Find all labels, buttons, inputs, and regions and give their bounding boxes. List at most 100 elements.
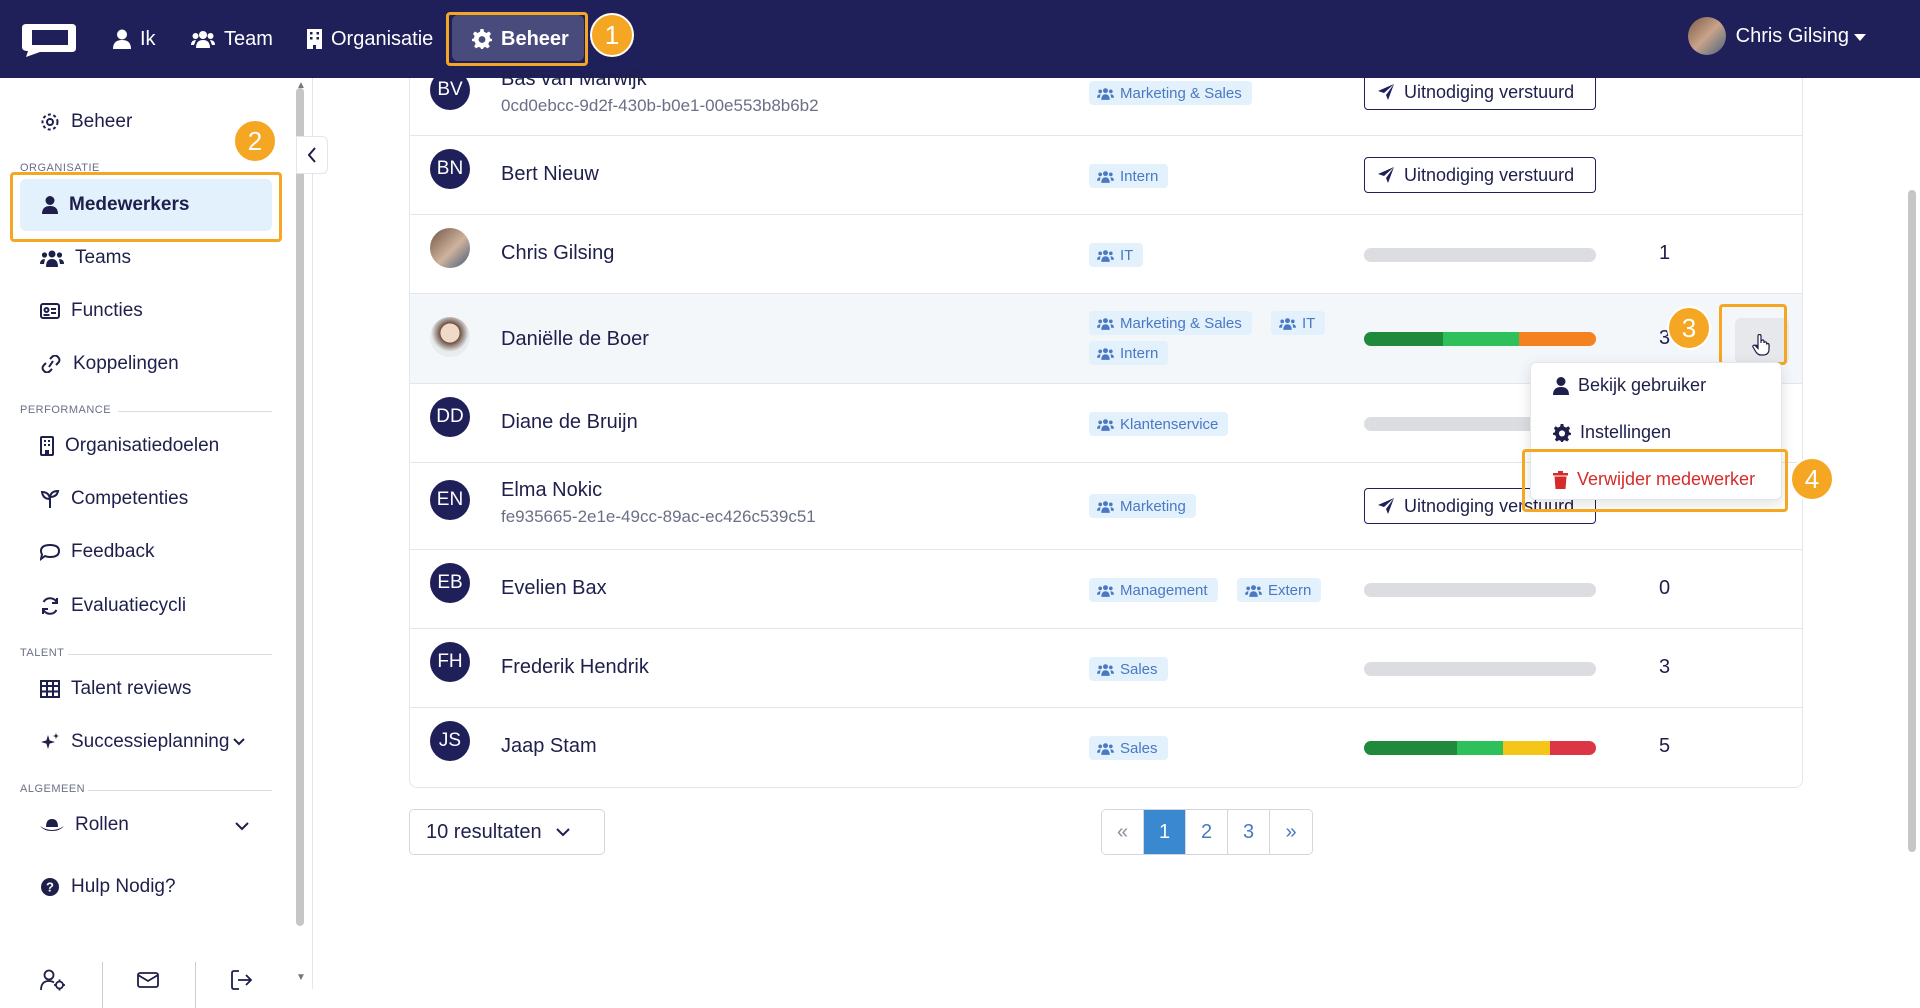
invitation-status: Uitnodiging verstuurd bbox=[1404, 81, 1575, 102]
invitation-sent-button[interactable]: Uitnodiging verstuurd bbox=[1364, 157, 1596, 193]
hat-icon bbox=[40, 819, 64, 831]
pagination-page-3[interactable]: 3 bbox=[1228, 810, 1270, 854]
sidebar-item-label: Koppelingen bbox=[73, 353, 179, 374]
team-tag-label: Sales bbox=[1120, 660, 1158, 678]
team-tag-label: Marketing & Sales bbox=[1120, 314, 1242, 332]
collapse-sidebar-button[interactable] bbox=[296, 136, 328, 174]
chevron-left-icon bbox=[307, 147, 316, 163]
table-row[interactable]: BN Bert Nieuw Intern Uitnodiging verstuu… bbox=[410, 136, 1802, 215]
sidebar-item-koppelingen[interactable]: Koppelingen bbox=[40, 353, 179, 375]
team-tag[interactable]: IT bbox=[1089, 243, 1144, 267]
score-value: 5 bbox=[1659, 735, 1671, 757]
team-tag[interactable]: Intern bbox=[1089, 164, 1169, 188]
avatar bbox=[430, 228, 470, 268]
results-per-page-select[interactable]: 10 resultaten bbox=[409, 809, 605, 855]
sidebar-item-hulp-nodig[interactable]: ? Hulp Nodig? bbox=[40, 876, 176, 898]
nav-ik[interactable]: Ik bbox=[113, 20, 156, 58]
progress-segment bbox=[1549, 741, 1596, 755]
logout-button[interactable] bbox=[195, 956, 289, 1004]
table-row[interactable]: BV Bas van Marwijk 0cd0ebcc-9d2f-430b-b0… bbox=[410, 68, 1802, 136]
messages-button[interactable] bbox=[101, 956, 195, 1004]
top-navbar: Ik Team Organisatie Beheer 1 Chris Gilsi… bbox=[0, 0, 1920, 78]
gear-icon bbox=[1553, 423, 1571, 442]
sidebar-item-label: Talent reviews bbox=[71, 678, 192, 699]
team-tag-label: Sales bbox=[1120, 739, 1158, 757]
account-settings-button[interactable] bbox=[6, 956, 100, 1004]
menu-item-settings[interactable]: Instellingen bbox=[1553, 422, 1671, 443]
sidebar-item-organisatiedoelen[interactable]: Organisatiedoelen bbox=[40, 435, 219, 457]
team-tag[interactable]: IT bbox=[1271, 311, 1326, 335]
team-tag[interactable]: Management bbox=[1089, 578, 1218, 602]
sidebar-item-feedback[interactable]: Feedback bbox=[40, 541, 154, 563]
chevron-down-icon[interactable] bbox=[235, 822, 249, 831]
sidebar-item-beheer[interactable]: Beheer bbox=[40, 111, 132, 133]
main-scrollbar[interactable] bbox=[1908, 190, 1916, 852]
user-icon bbox=[1553, 376, 1569, 395]
employee-name: Evelien Bax bbox=[501, 577, 607, 599]
team-tag-label: Intern bbox=[1120, 167, 1159, 185]
table-row[interactable]: JS Jaap Stam Sales 5 bbox=[410, 708, 1802, 787]
section-header-performance: PERFORMANCE bbox=[20, 404, 112, 416]
employee-uuid: fe935665-2e1e-49cc-89ac-ec426c539c51 bbox=[501, 507, 816, 526]
nav-organisatie[interactable]: Organisatie bbox=[307, 20, 433, 58]
progress-segment bbox=[1364, 741, 1457, 755]
team-tag[interactable]: Marketing bbox=[1089, 494, 1196, 518]
sidebar-item-functies[interactable]: Functies bbox=[40, 300, 143, 322]
progress-bar bbox=[1364, 332, 1596, 346]
team-tag[interactable]: Marketing & Sales bbox=[1089, 311, 1252, 335]
pagination-next[interactable]: » bbox=[1270, 810, 1312, 854]
team-tag[interactable]: Sales bbox=[1089, 657, 1168, 681]
team-tag[interactable]: Klantenservice bbox=[1089, 412, 1229, 436]
pagination-prev[interactable]: « bbox=[1102, 810, 1144, 854]
score-value: 0 bbox=[1659, 577, 1671, 599]
invitation-sent-button[interactable]: Uitnodiging verstuurd bbox=[1364, 74, 1596, 110]
scroll-down-arrow[interactable]: ▼ bbox=[296, 972, 306, 983]
progress-segment bbox=[1503, 741, 1550, 755]
menu-item-view-user[interactable]: Bekijk gebruiker bbox=[1553, 375, 1706, 396]
chevron-down-icon bbox=[555, 827, 570, 836]
team-tag[interactable]: Sales bbox=[1089, 736, 1168, 760]
progress-bar bbox=[1364, 662, 1596, 676]
app-logo[interactable] bbox=[18, 20, 78, 58]
pagination-page-2[interactable]: 2 bbox=[1186, 810, 1228, 854]
user-menu[interactable]: Chris Gilsing bbox=[1687, 17, 1866, 55]
team-tag[interactable]: Marketing & Sales bbox=[1089, 81, 1252, 105]
section-header-algemeen: ALGEMEEN bbox=[20, 783, 86, 795]
sidebar-item-successieplanning[interactable]: Successieplanning bbox=[40, 731, 246, 753]
section-header-talent: TALENT bbox=[20, 647, 65, 659]
callout-highlight-2 bbox=[10, 172, 282, 242]
avatar: BV bbox=[430, 70, 470, 110]
sidebar-item-evaluatiecycli[interactable]: Evaluatiecycli bbox=[40, 595, 186, 617]
table-row[interactable]: Chris Gilsing IT 1 bbox=[410, 215, 1802, 294]
pagination-page-1[interactable]: 1 bbox=[1144, 810, 1186, 854]
menu-item-label: Instellingen bbox=[1580, 422, 1672, 442]
table-row[interactable]: FH Frederik Hendrik Sales 3 bbox=[410, 629, 1802, 708]
paper-plane-icon bbox=[1378, 84, 1394, 100]
invitation-status: Uitnodiging verstuurd bbox=[1404, 164, 1575, 185]
nav-ik-label: Ik bbox=[140, 27, 156, 50]
team-tag-label: IT bbox=[1302, 314, 1316, 332]
team-tag-label: Management bbox=[1120, 581, 1208, 599]
table-row[interactable]: EB Evelien Bax Management Extern 0 bbox=[410, 550, 1802, 629]
sidebar-item-rollen[interactable]: Rollen bbox=[40, 814, 129, 836]
question-circle-icon: ? bbox=[41, 878, 59, 896]
nav-team[interactable]: Team bbox=[191, 20, 273, 58]
team-tag-label: Extern bbox=[1268, 581, 1312, 599]
sidebar-item-label: Organisatiedoelen bbox=[65, 435, 220, 456]
score-value: 1 bbox=[1659, 242, 1671, 264]
paper-plane-icon bbox=[1378, 498, 1394, 514]
refresh-icon bbox=[42, 597, 58, 615]
sidebar-item-competenties[interactable]: Competenties bbox=[40, 488, 188, 510]
score-value: 3 bbox=[1659, 656, 1671, 678]
table-icon bbox=[40, 680, 60, 698]
team-tag[interactable]: Extern bbox=[1237, 578, 1322, 602]
sidebar-scrollbar[interactable] bbox=[296, 88, 304, 926]
seedling-icon bbox=[40, 489, 60, 508]
sidebar-item-talent-reviews[interactable]: Talent reviews bbox=[40, 678, 191, 700]
employee-name: Jaap Stam bbox=[501, 735, 597, 757]
caret-down-icon bbox=[1854, 34, 1866, 41]
team-tag-label: Marketing bbox=[1120, 497, 1186, 515]
paper-plane-icon bbox=[1378, 167, 1394, 183]
team-tag[interactable]: Intern bbox=[1089, 341, 1169, 365]
sidebar-item-teams[interactable]: Teams bbox=[40, 247, 131, 269]
